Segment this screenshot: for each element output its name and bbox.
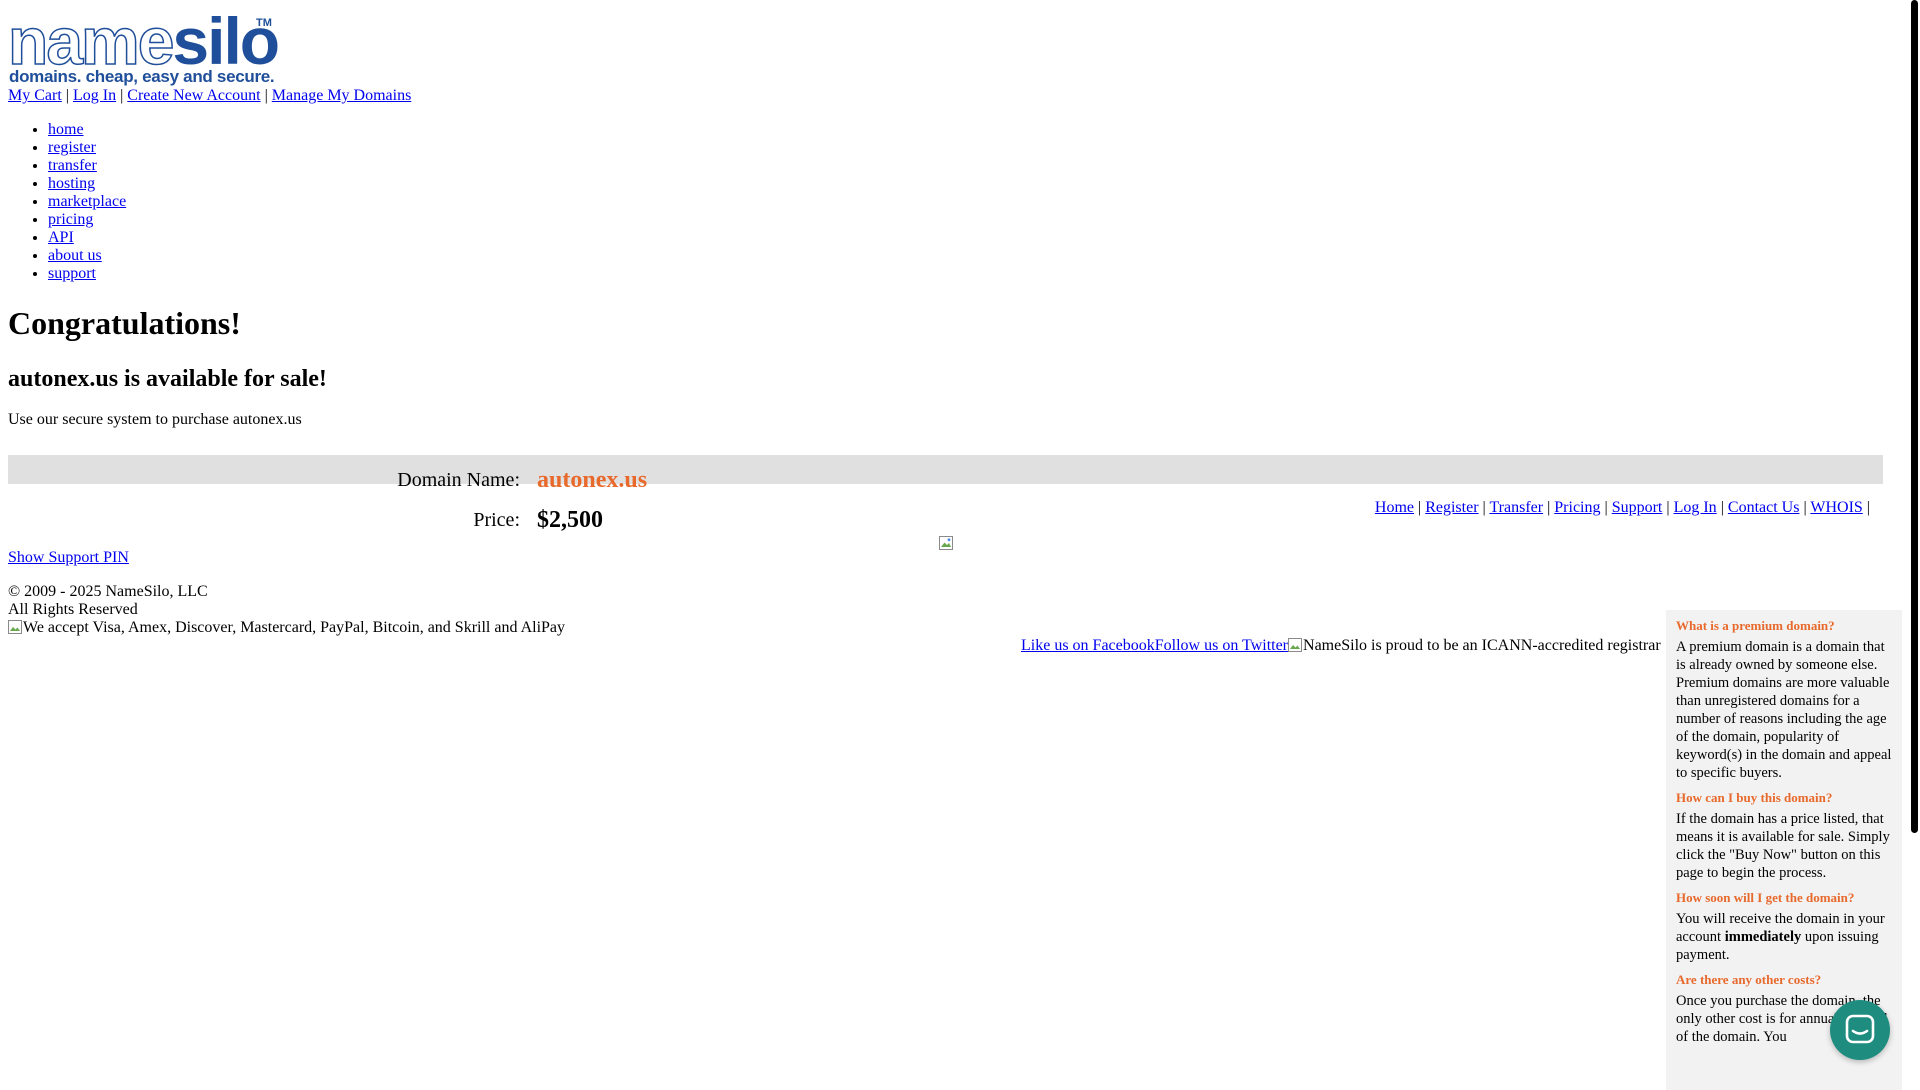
main-nav-item-pricing: pricing	[48, 211, 126, 229]
top-nav: My Cart | Log In | Create New Account | …	[8, 87, 411, 105]
main-nav-item-about-us: about us	[48, 247, 126, 265]
nav-hosting-link[interactable]: hosting	[48, 175, 95, 192]
faq-question: Are there any other costs?	[1676, 972, 1822, 987]
for-sale-heading: autonex.us is available for sale!	[8, 366, 327, 392]
footer-separator: |	[1720, 499, 1724, 516]
main-nav-item-register: register	[48, 139, 126, 157]
main-nav-item-marketplace: marketplace	[48, 193, 126, 211]
domain-name-label: Domain Name:	[397, 469, 520, 491]
payment-methods-image: We accept Visa, Amex, Discover, Masterca…	[8, 619, 565, 637]
logo-wordmark: namesilo	[7, 7, 280, 75]
footer-links: Home | Register | Transfer | Pricing | S…	[1375, 499, 1870, 517]
footer-whois-link[interactable]: WHOIS	[1810, 499, 1862, 516]
main-nav-item-support: support	[48, 265, 126, 283]
faq-answer: If the domain has a price listed, that m…	[1676, 811, 1890, 881]
nav-support-link[interactable]: support	[48, 265, 96, 282]
footer-separator: |	[1418, 499, 1422, 516]
payment-methods-alt-text: We accept Visa, Amex, Discover, Masterca…	[23, 619, 566, 636]
congratulations-heading: Congratulations!	[8, 305, 241, 341]
broken-image-icon	[8, 620, 22, 634]
footer-home-link[interactable]: Home	[1375, 499, 1414, 516]
domain-name-value: autonex.us	[537, 467, 648, 493]
price-value: $2,500	[537, 507, 603, 533]
footer-separator: |	[1604, 499, 1608, 516]
footer-support-link[interactable]: Support	[1612, 499, 1663, 516]
chat-bubble-icon	[1845, 1014, 1875, 1044]
footer-separator: |	[1866, 499, 1870, 516]
faq-question: How soon will I get the domain?	[1676, 890, 1855, 905]
logo-tagline: domains. cheap, easy and secure.	[9, 67, 275, 86]
footer-transfer-link[interactable]: Transfer	[1489, 499, 1543, 516]
faq-question: How can I buy this domain?	[1676, 790, 1833, 805]
top-nav-separator: |	[65, 87, 69, 104]
nav-register-link[interactable]: register	[48, 139, 96, 156]
footer-contact-us-link[interactable]: Contact Us	[1728, 499, 1800, 516]
icann-alt-text: NameSilo is proud to be an ICANN-accredi…	[1303, 637, 1661, 654]
nav-home-link[interactable]: home	[48, 121, 84, 138]
faq-question: What is a premium domain?	[1676, 618, 1835, 633]
faq-answer-emphasis: immediately	[1724, 929, 1802, 945]
copyright-text: © 2009 - 2025 NameSilo, LLC	[8, 583, 208, 600]
main-nav-item-hosting: hosting	[48, 175, 126, 193]
twitter-link[interactable]: Follow us on Twitter	[1155, 637, 1288, 654]
social-links: Like us on FacebookFollow us on Twitter …	[1021, 637, 1661, 655]
my-cart-link[interactable]: My Cart	[8, 87, 62, 104]
main-nav: home register transfer hosting marketpla…	[8, 121, 126, 283]
manage-domains-link[interactable]: Manage My Domains	[272, 87, 412, 104]
logo-trademark: TM	[256, 17, 272, 29]
footer-register-link[interactable]: Register	[1425, 499, 1478, 516]
main-nav-item-transfer: transfer	[48, 157, 126, 175]
footer-separator: |	[1803, 499, 1807, 516]
faq-answer: A premium domain is a domain that is alr…	[1676, 639, 1892, 781]
create-account-link[interactable]: Create New Account	[127, 87, 260, 104]
footer-separator: |	[1547, 499, 1551, 516]
facebook-link[interactable]: Like us on Facebook	[1021, 637, 1155, 654]
price-label: Price:	[473, 509, 520, 531]
broken-image-icon	[1288, 638, 1303, 652]
main-nav-item-api: API	[48, 229, 126, 247]
faq-answer: You will receive the domain in your acco…	[1676, 910, 1902, 964]
footer-pricing-link[interactable]: Pricing	[1554, 499, 1600, 516]
nav-api-link[interactable]: API	[48, 229, 74, 246]
nav-transfer-link[interactable]: transfer	[48, 157, 97, 174]
main-nav-item-home: home	[48, 121, 126, 139]
broken-image-icon	[939, 536, 953, 550]
purchase-intro-text: Use our secure system to purchase autone…	[8, 411, 302, 428]
footer-separator: |	[1482, 499, 1486, 516]
namesilo-logo[interactable]: namesilo TM domains. cheap, easy and sec…	[7, 7, 280, 86]
nav-marketplace-link[interactable]: marketplace	[48, 193, 126, 210]
footer-separator: |	[1666, 499, 1670, 516]
nav-pricing-link[interactable]: pricing	[48, 211, 93, 228]
scrollbar-thumb[interactable]	[1911, 0, 1918, 833]
top-nav-separator: |	[120, 87, 124, 104]
top-nav-separator: |	[264, 87, 268, 104]
nav-about-us-link[interactable]: about us	[48, 247, 102, 264]
rights-text: All Rights Reserved	[8, 601, 138, 618]
log-in-link[interactable]: Log In	[73, 87, 116, 104]
footer-log-in-link[interactable]: Log In	[1674, 499, 1717, 516]
show-support-pin-link[interactable]: Show Support PIN	[8, 549, 129, 567]
chat-widget-button[interactable]	[1830, 1000, 1890, 1060]
